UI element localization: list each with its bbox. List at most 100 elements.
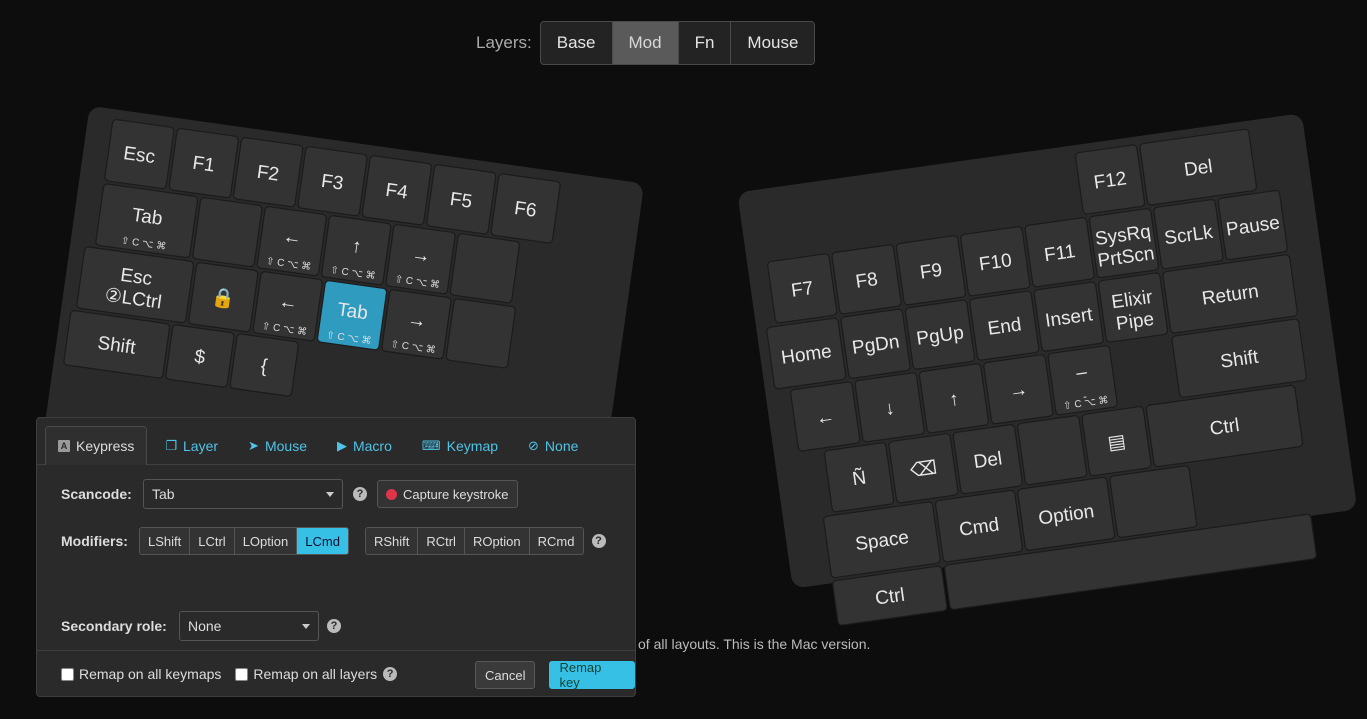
right-key-12[interactable]: PgUp (904, 299, 976, 370)
right-key-18[interactable]: ↓ (854, 372, 925, 443)
scancode-help-icon[interactable]: ? (353, 487, 367, 501)
right-key-21[interactable]: –-⇧ C ⌥ ⌘ (1047, 345, 1118, 416)
right-key-label: ← (815, 406, 837, 429)
right-key-26[interactable] (1017, 415, 1088, 486)
remap-layers-help-icon[interactable]: ? (383, 667, 398, 681)
left-key-16[interactable]: Tab⇧ C ⌥ ⌘ (316, 280, 388, 351)
right-key-13[interactable]: End (969, 290, 1040, 361)
tab-keypress-label: Keypress (76, 438, 135, 454)
mod-rctrl-button[interactable]: RCtrl (418, 528, 465, 554)
left-key-label: F2 (255, 162, 280, 186)
right-key-5[interactable]: F10 (960, 226, 1031, 297)
right-key-6[interactable]: F11 (1024, 217, 1095, 288)
remap-key-button[interactable]: Remap key (549, 660, 635, 690)
tab-keypress[interactable]: A Keypress (45, 426, 148, 465)
right-key-17[interactable]: ← (790, 381, 861, 452)
right-key-20[interactable]: → (983, 354, 1054, 425)
left-key-label: F1 (191, 153, 216, 177)
layer-mouse-button[interactable]: Mouse (731, 22, 815, 64)
left-key-label: F5 (449, 189, 474, 213)
right-key-label: Ctrl (874, 585, 906, 610)
layer-mod-button[interactable]: Mod (612, 22, 679, 64)
right-key-label: Del (1183, 156, 1214, 181)
remap-all-layers-checkbox[interactable]: Remap on all layers (235, 666, 377, 682)
left-key-0[interactable]: Esc (104, 119, 175, 190)
mod-lctrl-button[interactable]: LCtrl (190, 528, 235, 554)
right-key-label: F8 (854, 269, 879, 293)
left-key-12[interactable] (449, 233, 520, 304)
tab-mouse[interactable]: ➤ Mouse (236, 428, 319, 464)
mod-rshift-button[interactable]: RShift (365, 528, 419, 554)
right-key-0[interactable]: F12 (1074, 144, 1146, 215)
remap-all-keymaps-checkbox[interactable]: Remap on all keymaps (61, 666, 221, 682)
tab-none[interactable]: ⊘ None (516, 428, 590, 464)
keypress-icon: A (58, 440, 70, 452)
left-key-15[interactable]: ←⇧ C ⌥ ⌘ (252, 271, 323, 342)
right-key-7[interactable]: SysRqPrtScn (1088, 208, 1160, 279)
tab-layer[interactable]: ❐ Layer (153, 428, 230, 464)
right-key-label: F11 (1043, 241, 1077, 266)
remap-all-keymaps-label: Remap on all keymaps (79, 666, 222, 682)
left-key-11[interactable]: →⇧ C ⌥ ⌘ (385, 224, 456, 295)
left-key-2[interactable]: F2 (233, 137, 304, 208)
left-key-18[interactable] (445, 298, 516, 369)
left-key-label: ← (277, 291, 299, 314)
secondary-role-select[interactable]: None (179, 611, 319, 641)
left-key-9[interactable]: ←⇧ C ⌥ ⌘ (256, 206, 327, 277)
right-key-11[interactable]: PgDn (840, 308, 911, 379)
mod-roption-button[interactable]: ROption (464, 528, 530, 554)
tab-macro-label: Macro (352, 438, 392, 454)
right-key-25[interactable]: Del (952, 424, 1023, 495)
right-key-2[interactable]: F7 (767, 253, 838, 324)
cancel-button[interactable]: Cancel (475, 661, 536, 689)
scancode-value: Tab (152, 486, 175, 502)
left-key-5[interactable]: F5 (426, 164, 497, 235)
dialog-actions: Cancel Remap key (475, 660, 635, 690)
right-key-8[interactable]: ScrLk (1153, 199, 1224, 270)
right-key-31[interactable]: Option (1017, 476, 1116, 551)
left-key-21[interactable]: { (229, 333, 299, 397)
left-key-4[interactable]: F4 (361, 155, 432, 226)
layer-selector: Layers: Base Mod Fn Mouse (476, 21, 816, 65)
dialog-divider (37, 650, 635, 651)
mod-lcmd-button[interactable]: LCmd (297, 528, 348, 554)
left-key-8[interactable] (192, 197, 263, 268)
right-key-23[interactable]: Ñ (823, 442, 895, 513)
left-key-6[interactable]: F6 (490, 173, 561, 244)
mod-loption-button[interactable]: LOption (234, 528, 298, 554)
mod-lshift-button[interactable]: LShift (140, 528, 191, 554)
layer-base-button[interactable]: Base (540, 22, 613, 64)
tab-macro[interactable]: ▶ Macro (325, 428, 404, 464)
left-key-17[interactable]: →⇧ C ⌥ ⌘ (381, 289, 452, 360)
right-key-15[interactable]: ElixirPipe (1097, 272, 1169, 343)
right-key-4[interactable]: F9 (895, 235, 967, 306)
right-key-19[interactable]: ↑ (918, 363, 990, 434)
layers-label: Layers: (476, 33, 532, 52)
right-key-30[interactable]: Cmd (934, 489, 1023, 563)
left-key-14[interactable]: 🔒 (188, 262, 259, 333)
layer-fn-button[interactable]: Fn (678, 22, 732, 64)
remap-dialog: A Keypress ❐ Layer ➤ Mouse ▶ Macro ⌨ Keymap ⊘… (36, 417, 636, 697)
left-key-label: → (406, 309, 428, 332)
modifiers-help-icon[interactable]: ? (591, 534, 606, 548)
ban-icon: ⊘ (528, 438, 539, 453)
right-key-9[interactable]: Pause (1217, 189, 1288, 261)
right-key-3[interactable]: F8 (831, 244, 902, 315)
right-key-32[interactable] (1109, 465, 1198, 538)
scancode-select[interactable]: Tab (143, 479, 343, 509)
right-key-24[interactable]: ⌫ (888, 433, 959, 504)
record-dot-icon (386, 488, 397, 500)
right-key-10[interactable]: Home (766, 317, 847, 390)
secondary-role-help-icon[interactable]: ? (327, 619, 341, 633)
left-key-1[interactable]: F1 (168, 128, 239, 199)
left-key-7[interactable]: Tab⇧ C ⌥ ⌘ (95, 183, 199, 259)
right-key-14[interactable]: Insert (1033, 281, 1104, 352)
right-key-27[interactable]: ▤ (1081, 406, 1152, 477)
left-key-10[interactable]: ↑⇧ C ⌥ ⌘ (321, 215, 392, 286)
tab-keymap[interactable]: ⌨ Keymap (410, 428, 510, 464)
left-key-3[interactable]: F3 (297, 146, 368, 217)
mod-rcmd-button[interactable]: RCmd (529, 528, 583, 554)
action-tabs: A Keypress ❐ Layer ➤ Mouse ▶ Macro ⌨ Keymap ⊘… (37, 418, 635, 465)
capture-keystroke-button[interactable]: Capture keystroke (377, 480, 518, 508)
left-key-20[interactable]: $ (165, 324, 235, 388)
